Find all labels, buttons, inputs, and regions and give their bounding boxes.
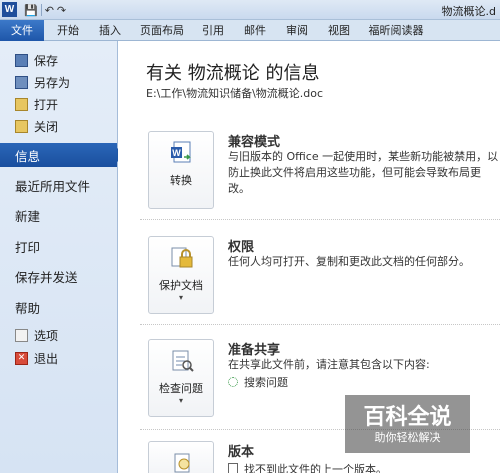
prepare-sharing-desc: 在共享此文件前，请注意其包含以下内容:	[228, 358, 430, 371]
nav-options[interactable]: 选项	[0, 324, 117, 346]
tab-view[interactable]: 视图	[322, 20, 356, 41]
section-divider	[140, 219, 500, 220]
nav-exit-label: 退出	[34, 351, 59, 366]
nav-save[interactable]: 保存	[0, 49, 117, 71]
compat-title: 兼容模式	[228, 135, 281, 150]
nav-close[interactable]: 关闭	[0, 115, 117, 137]
checklist-icon	[172, 350, 194, 372]
section-divider	[140, 324, 500, 325]
open-folder-icon	[15, 97, 28, 111]
tab-review[interactable]: 审阅	[280, 20, 314, 41]
nav-options-label: 选项	[34, 328, 59, 343]
title-bar: W 💾 ↶ ↷ 物流概论.d	[0, 0, 500, 20]
word-convert-icon: W	[171, 141, 191, 163]
compat-section: W 转换 兼容模式 与旧版本的 Office 一起使用时，某些新功能被禁用，以防…	[140, 131, 500, 221]
qat-separator	[40, 4, 42, 16]
no-versions-label: 找不到此文件的上一个版本。	[244, 463, 387, 473]
nav-exit[interactable]: ✕ 退出	[0, 347, 117, 369]
protect-document-button[interactable]: 保护文档 ▾	[148, 236, 214, 314]
protect-document-label: 保护文档	[159, 279, 203, 292]
check-issues-button[interactable]: 检查问题 ▾	[148, 339, 214, 417]
nav-new[interactable]: 新建	[0, 203, 117, 227]
tab-mailings[interactable]: 邮件	[238, 20, 272, 41]
dropdown-arrow-icon: ▾	[178, 293, 183, 302]
check-issues-label: 检查问题	[159, 382, 203, 395]
versions-title: 版本	[228, 445, 255, 460]
options-icon	[15, 328, 28, 342]
nav-recent[interactable]: 最近所用文件	[0, 173, 117, 197]
nav-help-label: 帮助	[15, 300, 41, 316]
nav-print[interactable]: 打印	[0, 234, 117, 258]
save-icon[interactable]: 💾	[24, 4, 38, 17]
nav-save-as-label: 另存为	[34, 75, 71, 90]
permissions-section: 保护文档 ▾ 权限 任何人均可打开、复制和更改此文档的任何部分。	[140, 236, 500, 326]
ribbon-tabs: 文件 开始 插入 页面布局 引用 邮件 审阅 视图 福昕阅读器	[0, 20, 500, 41]
nav-print-label: 打印	[15, 239, 41, 255]
nav-recent-label: 最近所用文件	[15, 178, 91, 194]
tab-file[interactable]: 文件	[0, 20, 44, 41]
backstage-nav: 保存 另存为 打开 关闭 信息 最近所用文件 新建 打印 保存并发送 帮助 选项…	[0, 41, 125, 473]
file-path: E:\工作\物流知识储备\物流概论.doc	[146, 87, 324, 100]
word-logo-icon[interactable]: W	[2, 2, 17, 17]
redo-icon[interactable]: ↷	[57, 4, 66, 17]
watermark-subtitle: 助你轻松解决	[374, 431, 441, 444]
prepare-sharing-title: 准备共享	[228, 343, 281, 358]
nav-save-as[interactable]: 另存为	[0, 71, 117, 93]
tab-home[interactable]: 开始	[50, 20, 86, 41]
convert-button-label: 转换	[170, 174, 192, 187]
permissions-title: 权限	[228, 240, 255, 255]
tab-foxit-reader[interactable]: 福昕阅读器	[362, 20, 430, 41]
convert-button[interactable]: W 转换	[148, 131, 214, 209]
search-issues-label: 搜索问题	[244, 376, 288, 389]
nav-help[interactable]: 帮助	[0, 295, 117, 319]
save-icon	[15, 53, 28, 67]
lock-icon	[171, 247, 193, 268]
no-versions-item: 找不到此文件的上一个版本。	[228, 461, 387, 473]
tab-page-layout[interactable]: 页面布局	[134, 20, 190, 41]
save-as-icon	[15, 75, 28, 89]
loading-spinner-icon	[228, 377, 238, 387]
nav-save-send[interactable]: 保存并发送	[0, 264, 117, 288]
svg-text:W: W	[172, 148, 181, 158]
close-folder-icon	[15, 119, 28, 133]
quick-access-toolbar: 💾 ↶ ↷	[24, 3, 66, 17]
nav-new-label: 新建	[15, 208, 41, 224]
nav-info[interactable]: 信息	[0, 143, 125, 167]
nav-close-label: 关闭	[34, 119, 59, 134]
watermark-title: 百科全说	[363, 404, 452, 429]
exit-icon: ✕	[15, 351, 28, 365]
nav-info-label: 信息	[15, 148, 41, 164]
nav-save-send-label: 保存并发送	[15, 269, 78, 285]
nav-save-label: 保存	[34, 53, 59, 68]
nav-open[interactable]: 打开	[0, 93, 117, 115]
nav-open-label: 打开	[34, 97, 59, 112]
search-issues-item: 搜索问题	[228, 374, 288, 390]
versions-icon	[174, 453, 190, 473]
tab-references[interactable]: 引用	[196, 20, 230, 41]
watermark: 百科全说 助你轻松解决	[345, 395, 470, 453]
document-icon	[228, 463, 238, 473]
document-title: 物流概论.d	[441, 5, 496, 18]
dropdown-arrow-icon: ▾	[178, 396, 183, 405]
compat-desc: 与旧版本的 Office 一起使用时，某些新功能被禁用，以防止换此文件将启用这些…	[228, 150, 499, 195]
permissions-desc: 任何人均可打开、复制和更改此文档的任何部分。	[228, 255, 470, 268]
manage-versions-button[interactable]	[148, 441, 214, 473]
page-title: 有关 物流概论 的信息	[146, 63, 320, 84]
tab-insert[interactable]: 插入	[92, 20, 128, 41]
undo-icon[interactable]: ↶	[45, 4, 54, 17]
